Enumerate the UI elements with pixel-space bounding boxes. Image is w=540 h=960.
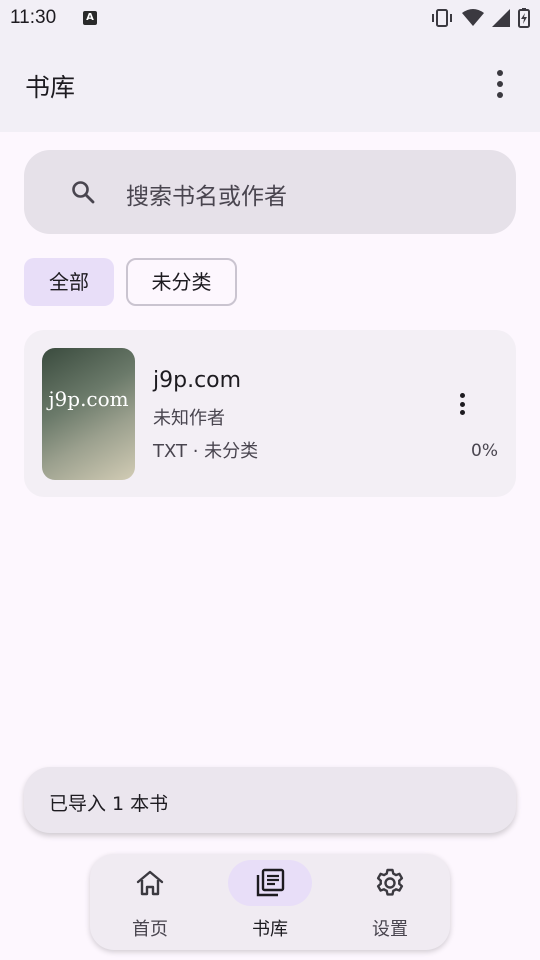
- signal-icon: [492, 9, 510, 27]
- book-cover-text: j9p.com: [48, 387, 129, 411]
- bottom-nav: 首页 书库 设置: [90, 854, 450, 950]
- keyboard-a-icon: A: [83, 11, 97, 25]
- search-input[interactable]: 搜索书名或作者: [24, 150, 516, 234]
- book-meta: TXT · 未分类: [153, 441, 259, 462]
- status-time: 11:30: [10, 7, 57, 28]
- nav-item-library[interactable]: 书库: [210, 854, 330, 950]
- nav-label-home: 首页: [132, 919, 168, 940]
- snackbar-message: 已导入 1 本书: [49, 793, 169, 815]
- book-card[interactable]: j9p.com j9p.com 未知作者 TXT · 未分类 0%: [24, 330, 516, 497]
- system-icons: [430, 7, 530, 29]
- app-bar: 书库: [0, 36, 540, 132]
- vibrate-icon: [432, 9, 452, 27]
- nav-label-library: 书库: [252, 919, 288, 940]
- book-progress: 0%: [471, 441, 498, 461]
- nav-label-settings: 设置: [372, 919, 408, 940]
- nav-item-settings[interactable]: 设置: [330, 854, 450, 950]
- book-cover: j9p.com: [42, 348, 135, 480]
- battery-charging-icon: [518, 8, 530, 28]
- book-author: 未知作者: [153, 408, 225, 429]
- home-icon: [136, 870, 164, 896]
- book-title: j9p.com: [153, 368, 242, 393]
- page-title: 书库: [25, 73, 76, 102]
- status-bar: 11:30 A: [0, 0, 540, 36]
- book-more-vert-icon[interactable]: [458, 393, 466, 415]
- filter-chip-all[interactable]: 全部: [24, 258, 114, 306]
- search-icon: [72, 181, 95, 204]
- gear-icon: [376, 868, 404, 896]
- nav-item-home[interactable]: 首页: [90, 854, 210, 950]
- search-placeholder: 搜索书名或作者: [126, 184, 287, 210]
- wifi-icon: [462, 9, 484, 26]
- more-vert-icon[interactable]: [488, 70, 512, 98]
- snackbar: 已导入 1 本书: [24, 767, 516, 833]
- library-icon: [256, 868, 285, 897]
- filter-chip-uncategorized[interactable]: 未分类: [126, 258, 237, 306]
